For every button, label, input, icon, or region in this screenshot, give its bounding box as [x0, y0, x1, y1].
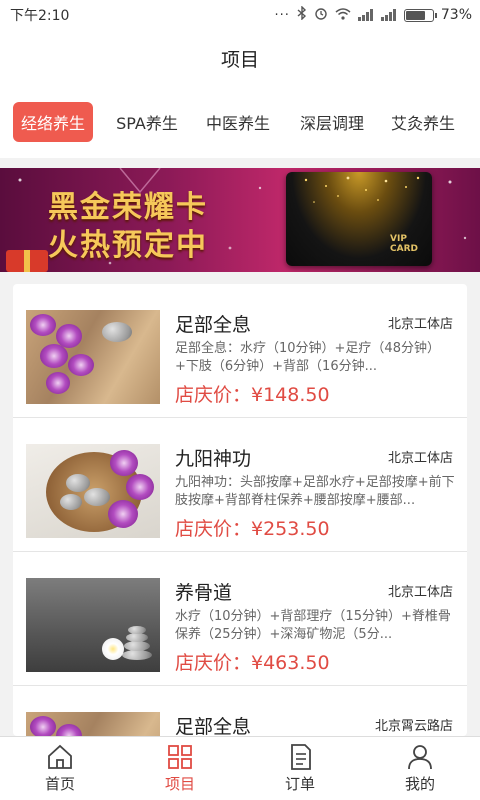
home-icon [48, 744, 72, 769]
page-header: 项目 [0, 30, 480, 86]
project-price: 店庆价：¥463.50 [175, 652, 330, 674]
card-glitter [304, 176, 420, 203]
project-item[interactable]: 九阳神功 北京工体店 九阳神功：头部按摩+足部水疗+足部按摩+前下肢按摩+背部脊… [13, 418, 467, 552]
more-dots-icon: ··· [274, 7, 290, 23]
project-thumbnail [26, 444, 160, 538]
store-name: 北京工体店 [387, 317, 453, 332]
battery-percent: 73% [440, 7, 472, 23]
bluetooth-icon [297, 5, 307, 24]
orchid-shape [108, 500, 138, 528]
pebble-shape [122, 650, 152, 660]
orchid-shape [30, 314, 56, 336]
white-flower-shape [102, 638, 124, 660]
project-name: 足部全息 [175, 716, 252, 736]
alarm-icon [314, 6, 328, 24]
order-icon [291, 744, 311, 770]
project-name: 九阳神功 [175, 448, 252, 470]
category-tabs: 经络养生 SPA养生 中医养生 深层调理 艾灸养生 [0, 86, 480, 158]
status-icons: ··· 73% [274, 5, 472, 24]
project-name: 养骨道 [175, 582, 233, 604]
page-title: 项目 [220, 48, 259, 71]
orchid-shape [68, 354, 94, 376]
store-name: 北京工体店 [387, 585, 453, 600]
pebble-shape [124, 641, 150, 651]
pebble-shape [66, 474, 90, 492]
pebble-shape [60, 494, 82, 510]
pebble-shape [128, 626, 146, 634]
status-bar: 下午2:10 ··· 73% [0, 0, 480, 30]
vip-card-image: VIP CARD [286, 172, 432, 266]
nav-label: 项目 [164, 775, 195, 793]
pebble-shape [102, 322, 132, 342]
banner-subtitle: 火热预定中 [48, 228, 208, 263]
nav-projects[interactable]: 项目 [120, 737, 240, 800]
tab-moxibustion[interactable]: 艾灸养生 [381, 102, 465, 142]
nav-orders[interactable]: 订单 [240, 737, 360, 800]
nav-label: 订单 [284, 775, 315, 793]
project-thumbnail [26, 712, 160, 736]
project-item[interactable]: 足部全息 北京工体店 足部全息：水疗（10分钟）+足疗（48分钟）+下肢（6分钟… [13, 284, 467, 418]
project-thumbnail [26, 578, 160, 672]
orchid-shape [126, 474, 154, 500]
orchid-shape [46, 372, 70, 394]
project-price: 店庆价：¥253.50 [175, 518, 330, 540]
nav-label: 首页 [44, 775, 75, 793]
battery-icon [403, 8, 437, 22]
nav-me[interactable]: 我的 [360, 737, 480, 800]
project-price: 店庆价：¥148.50 [175, 384, 330, 406]
vip-card-label: VIP CARD [390, 234, 418, 254]
project-desc: 足部全息：水疗（10分钟）+足疗（48分钟）+下肢（6分钟）+背部（16分钟..… [175, 341, 440, 374]
orchid-shape [56, 724, 82, 736]
signal-icon [357, 9, 374, 21]
tab-spa[interactable]: SPA养生 [101, 102, 193, 142]
orchid-shape [30, 716, 56, 736]
bottom-nav: 首页 项目 订单 我的 [0, 736, 480, 800]
nav-label: 我的 [404, 775, 435, 793]
orchid-shape [110, 450, 138, 476]
user-icon [408, 745, 432, 770]
promo-banner[interactable]: 黑金荣耀卡 火热预定中 VIP CARD [0, 168, 480, 272]
tab-jingluo[interactable]: 经络养生 [13, 102, 93, 142]
tab-tcm[interactable]: 中医养生 [193, 102, 283, 142]
pebble-shape [126, 633, 148, 642]
wifi-icon [335, 7, 351, 24]
project-desc: 水疗（10分钟）+背部理疗（15分钟）+脊椎骨保养（25分钟）+深海矿物泥（5分… [175, 609, 451, 642]
tab-deep[interactable]: 深层调理 [283, 102, 381, 142]
project-name: 足部全息 [175, 314, 252, 336]
pebble-shape [84, 488, 110, 506]
project-desc: 九阳神功：头部按摩+足部水疗+足部按摩+前下肢按摩+背部脊柱保养+腰部按摩+腰部… [175, 475, 455, 508]
orchid-shape [40, 344, 68, 368]
project-item[interactable]: 养骨道 北京工体店 水疗（10分钟）+背部理疗（15分钟）+脊椎骨保养（25分钟… [13, 552, 467, 686]
store-name: 北京工体店 [387, 451, 453, 466]
gift-box-image [6, 250, 48, 272]
grid-icon [168, 745, 192, 769]
project-thumbnail [26, 310, 160, 404]
project-list: 足部全息 北京工体店 足部全息：水疗（10分钟）+足疗（48分钟）+下肢（6分钟… [13, 284, 467, 736]
store-name: 北京霄云路店 [374, 719, 453, 734]
battery-fill [405, 10, 425, 20]
signal-icon-2 [380, 9, 397, 21]
nav-home[interactable]: 首页 [0, 737, 120, 800]
project-item[interactable]: 足部全息 北京霄云路店 [13, 686, 467, 736]
status-time: 下午2:10 [10, 8, 70, 24]
